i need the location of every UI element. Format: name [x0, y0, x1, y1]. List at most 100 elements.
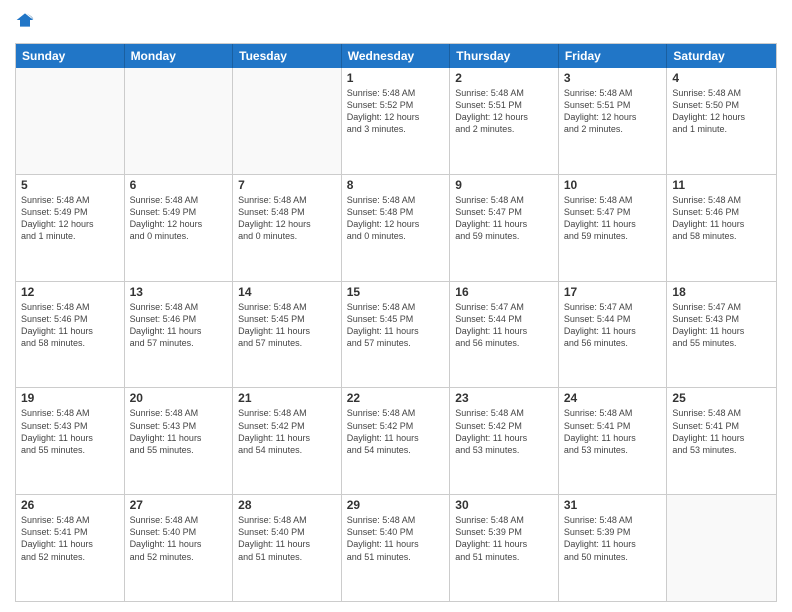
calendar-cell: 31 Sunrise: 5:48 AM Sunset: 5:39 PM Dayli…: [559, 495, 668, 601]
cell-date: 31: [564, 498, 662, 512]
calendar-cell: 6 Sunrise: 5:48 AM Sunset: 5:49 PM Daylig…: [125, 175, 234, 281]
calendar-cell: 26 Sunrise: 5:48 AM Sunset: 5:41 PM Dayli…: [16, 495, 125, 601]
day-header-sunday: Sunday: [16, 44, 125, 68]
calendar-cell: 2Sunrise: 5:48 AM Sunset: 5:51 PM Daylig…: [450, 68, 559, 174]
calendar-cell: 9 Sunrise: 5:48 AM Sunset: 5:47 PM Daylig…: [450, 175, 559, 281]
calendar-cell: 19 Sunrise: 5:48 AM Sunset: 5:43 PM Dayli…: [16, 388, 125, 494]
cell-date: 23: [455, 391, 553, 405]
calendar-cell: 7Sunrise: 5:48 AM Sunset: 5:48 PM Daylig…: [233, 175, 342, 281]
calendar-cell: 8 Sunrise: 5:48 AM Sunset: 5:48 PM Daylig…: [342, 175, 451, 281]
cell-date: 21: [238, 391, 336, 405]
cell-info: Sunrise: 5:48 AM Sunset: 5:47 PM Dayligh…: [455, 194, 553, 243]
calendar: SundayMondayTuesdayWednesdayThursdayFrid…: [15, 43, 777, 602]
cell-date: 13: [130, 285, 228, 299]
calendar-cell: [125, 68, 234, 174]
cell-info: Sunrise: 5:48 AM Sunset: 5:46 PM Dayligh…: [130, 301, 228, 350]
cell-info: Sunrise: 5:47 AM Sunset: 5:44 PM Dayligh…: [455, 301, 553, 350]
header: [15, 10, 777, 35]
calendar-cell: 27 Sunrise: 5:48 AM Sunset: 5:40 PM Dayli…: [125, 495, 234, 601]
cell-date: 6: [130, 178, 228, 192]
cell-info: Sunrise: 5:48 AM Sunset: 5:39 PM Dayligh…: [564, 514, 662, 563]
calendar-cell: 30 Sunrise: 5:48 AM Sunset: 5:39 PM Dayli…: [450, 495, 559, 601]
cell-info: Sunrise: 5:48 AM Sunset: 5:43 PM Dayligh…: [130, 407, 228, 456]
day-header-wednesday: Wednesday: [342, 44, 451, 68]
calendar-cell: 13 Sunrise: 5:48 AM Sunset: 5:46 PM Dayli…: [125, 282, 234, 388]
calendar-cell: [233, 68, 342, 174]
day-header-thursday: Thursday: [450, 44, 559, 68]
cell-date: 9: [455, 178, 553, 192]
cell-date: 5: [21, 178, 119, 192]
calendar-cell: 28 Sunrise: 5:48 AM Sunset: 5:40 PM Dayli…: [233, 495, 342, 601]
calendar-row: 26 Sunrise: 5:48 AM Sunset: 5:41 PM Dayli…: [16, 495, 776, 601]
day-header-monday: Monday: [125, 44, 234, 68]
cell-info: Sunrise: 5:48 AM Sunset: 5:40 PM Dayligh…: [130, 514, 228, 563]
cell-info: Sunrise: 5:48 AM Sunset: 5:52 PM Dayligh…: [347, 87, 445, 136]
calendar-cell: 4 Sunrise: 5:48 AM Sunset: 5:50 PM Daylig…: [667, 68, 776, 174]
cell-info: Sunrise: 5:48 AM Sunset: 5:43 PM Dayligh…: [21, 407, 119, 456]
cell-date: 28: [238, 498, 336, 512]
cell-info: Sunrise: 5:47 AM Sunset: 5:43 PM Dayligh…: [672, 301, 771, 350]
calendar-cell: [16, 68, 125, 174]
cell-info: Sunrise: 5:48 AM Sunset: 5:39 PM Dayligh…: [455, 514, 553, 563]
calendar-cell: 21Sunrise: 5:48 AM Sunset: 5:42 PM Dayli…: [233, 388, 342, 494]
cell-info: Sunrise: 5:48 AM Sunset: 5:40 PM Dayligh…: [238, 514, 336, 563]
cell-info: Sunrise: 5:48 AM Sunset: 5:46 PM Dayligh…: [672, 194, 771, 243]
cell-info: Sunrise: 5:48 AM Sunset: 5:42 PM Dayligh…: [347, 407, 445, 456]
calendar-cell: 25 Sunrise: 5:48 AM Sunset: 5:41 PM Dayli…: [667, 388, 776, 494]
cell-date: 8: [347, 178, 445, 192]
calendar-body: 1Sunrise: 5:48 AM Sunset: 5:52 PM Daylig…: [16, 68, 776, 601]
calendar-cell: 1Sunrise: 5:48 AM Sunset: 5:52 PM Daylig…: [342, 68, 451, 174]
cell-date: 7: [238, 178, 336, 192]
cell-info: Sunrise: 5:48 AM Sunset: 5:40 PM Dayligh…: [347, 514, 445, 563]
cell-date: 3: [564, 71, 662, 85]
calendar-cell: 3 Sunrise: 5:48 AM Sunset: 5:51 PM Daylig…: [559, 68, 668, 174]
cell-date: 20: [130, 391, 228, 405]
cell-date: 14: [238, 285, 336, 299]
cell-date: 12: [21, 285, 119, 299]
cell-info: Sunrise: 5:48 AM Sunset: 5:45 PM Dayligh…: [238, 301, 336, 350]
day-header-friday: Friday: [559, 44, 668, 68]
cell-info: Sunrise: 5:48 AM Sunset: 5:48 PM Dayligh…: [347, 194, 445, 243]
cell-info: Sunrise: 5:48 AM Sunset: 5:41 PM Dayligh…: [672, 407, 771, 456]
calendar-cell: 17 Sunrise: 5:47 AM Sunset: 5:44 PM Dayli…: [559, 282, 668, 388]
calendar-cell: 14 Sunrise: 5:48 AM Sunset: 5:45 PM Dayli…: [233, 282, 342, 388]
cell-info: Sunrise: 5:48 AM Sunset: 5:41 PM Dayligh…: [21, 514, 119, 563]
cell-date: 11: [672, 178, 771, 192]
calendar-cell: 5 Sunrise: 5:48 AM Sunset: 5:49 PM Daylig…: [16, 175, 125, 281]
cell-date: 24: [564, 391, 662, 405]
cell-date: 17: [564, 285, 662, 299]
day-header-tuesday: Tuesday: [233, 44, 342, 68]
cell-date: 2: [455, 71, 553, 85]
day-headers: SundayMondayTuesdayWednesdayThursdayFrid…: [16, 44, 776, 68]
cell-date: 19: [21, 391, 119, 405]
cell-date: 25: [672, 391, 771, 405]
calendar-cell: 11 Sunrise: 5:48 AM Sunset: 5:46 PM Dayli…: [667, 175, 776, 281]
cell-date: 16: [455, 285, 553, 299]
calendar-row: 12 Sunrise: 5:48 AM Sunset: 5:46 PM Dayli…: [16, 282, 776, 389]
calendar-cell: 12Sunrise: 5:48 AM Sunset: 5:46 PM Dayli…: [16, 282, 125, 388]
calendar-row: 1Sunrise: 5:48 AM Sunset: 5:52 PM Daylig…: [16, 68, 776, 175]
cell-info: Sunrise: 5:48 AM Sunset: 5:49 PM Dayligh…: [21, 194, 119, 243]
cell-info: Sunrise: 5:47 AM Sunset: 5:44 PM Dayligh…: [564, 301, 662, 350]
cell-date: 18: [672, 285, 771, 299]
cell-info: Sunrise: 5:48 AM Sunset: 5:45 PM Dayligh…: [347, 301, 445, 350]
calendar-cell: 10 Sunrise: 5:48 AM Sunset: 5:47 PM Dayli…: [559, 175, 668, 281]
day-header-saturday: Saturday: [667, 44, 776, 68]
cell-date: 10: [564, 178, 662, 192]
cell-date: 29: [347, 498, 445, 512]
cell-info: Sunrise: 5:48 AM Sunset: 5:41 PM Dayligh…: [564, 407, 662, 456]
cell-info: Sunrise: 5:48 AM Sunset: 5:50 PM Dayligh…: [672, 87, 771, 136]
cell-date: 26: [21, 498, 119, 512]
cell-info: Sunrise: 5:48 AM Sunset: 5:42 PM Dayligh…: [455, 407, 553, 456]
cell-info: Sunrise: 5:48 AM Sunset: 5:51 PM Dayligh…: [564, 87, 662, 136]
calendar-cell: [667, 495, 776, 601]
cell-date: 30: [455, 498, 553, 512]
cell-date: 4: [672, 71, 771, 85]
calendar-cell: 23 Sunrise: 5:48 AM Sunset: 5:42 PM Dayli…: [450, 388, 559, 494]
calendar-cell: 16 Sunrise: 5:47 AM Sunset: 5:44 PM Dayli…: [450, 282, 559, 388]
cell-date: 27: [130, 498, 228, 512]
cell-info: Sunrise: 5:48 AM Sunset: 5:49 PM Dayligh…: [130, 194, 228, 243]
cell-date: 15: [347, 285, 445, 299]
logo-icon: [15, 10, 35, 30]
cell-info: Sunrise: 5:48 AM Sunset: 5:47 PM Dayligh…: [564, 194, 662, 243]
